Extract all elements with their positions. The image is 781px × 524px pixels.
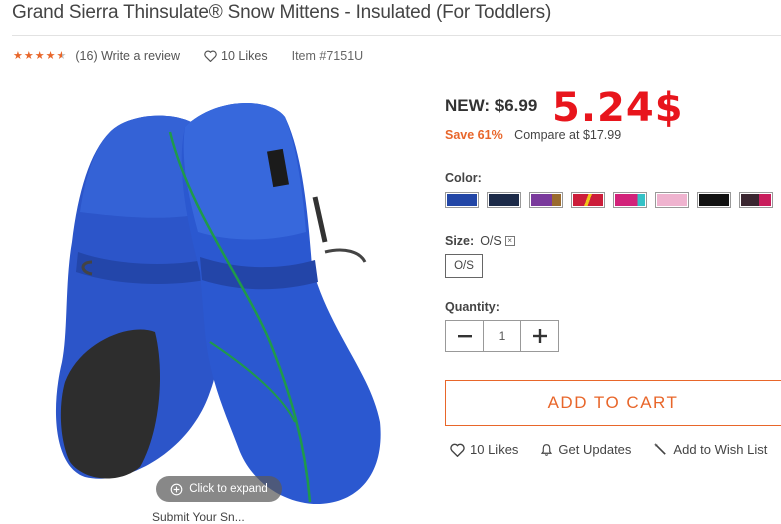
quantity-input[interactable]: 1 <box>483 321 521 351</box>
title-divider <box>12 35 781 36</box>
add-to-wishlist-button[interactable]: Add to Wish List <box>653 442 767 457</box>
half-star-icon: ★ <box>56 49 67 62</box>
get-updates-label: Get Updates <box>558 442 632 457</box>
heart-icon <box>204 50 217 62</box>
star-icon: ★ <box>13 49 23 62</box>
minus-icon <box>457 335 472 338</box>
color-swatch[interactable] <box>571 192 605 208</box>
increase-quantity-button[interactable] <box>521 321 558 351</box>
color-swatch[interactable] <box>613 192 647 208</box>
likes-button-top[interactable]: 10 Likes <box>204 49 268 63</box>
bell-icon <box>541 443 553 456</box>
new-price: NEW: $6.99 <box>445 96 538 115</box>
star-icon: ★ <box>45 49 56 62</box>
star-icon: ★ <box>34 49 45 62</box>
product-title: Grand Sierra Thinsulate® Snow Mittens - … <box>12 2 552 23</box>
add-to-cart-button[interactable]: ADD TO CART <box>445 380 781 426</box>
product-image[interactable] <box>40 92 400 512</box>
save-percent: Save 61% <box>445 128 503 142</box>
color-swatch[interactable] <box>697 192 731 208</box>
likes-button[interactable]: 10 Likes <box>450 442 518 457</box>
item-number: Item #7151U <box>291 49 364 63</box>
star-icon: ★ <box>23 49 34 62</box>
expand-icon <box>170 483 183 495</box>
quantity-stepper: 1 <box>445 320 559 352</box>
color-swatches <box>445 192 781 208</box>
clear-size-icon[interactable]: × <box>504 236 515 246</box>
size-option-button[interactable]: O/S <box>445 254 483 278</box>
color-swatch[interactable] <box>655 192 689 208</box>
color-swatch[interactable] <box>445 192 479 208</box>
color-swatch[interactable] <box>739 192 773 208</box>
rating-stars[interactable]: ★ ★ ★ ★ ★ <box>13 49 67 62</box>
likes-label: 10 Likes <box>470 442 519 457</box>
product-actions: 10 Likes Get Updates Add to Wish List <box>450 442 781 457</box>
submit-photo-link[interactable]: Submit Your Sn... <box>152 510 245 524</box>
savings-row: Save 61% Compare at $17.99 <box>445 128 621 142</box>
color-swatch[interactable] <box>529 192 563 208</box>
color-label: Color: <box>445 171 482 185</box>
size-row: Size: O/S × <box>445 234 515 248</box>
handwritten-price-overlay: 5.24$ <box>552 85 684 131</box>
wand-icon <box>654 442 667 455</box>
get-updates-button[interactable]: Get Updates <box>540 442 631 457</box>
quantity-label: Quantity: <box>445 300 500 314</box>
likes-count: 10 Likes <box>221 49 268 63</box>
click-to-expand-button[interactable]: Click to expand <box>156 476 282 502</box>
size-label: Size: <box>445 234 475 248</box>
color-swatch[interactable] <box>487 192 521 208</box>
heart-icon <box>450 443 465 457</box>
write-review-link[interactable]: (16) Write a review <box>75 49 180 63</box>
compare-price: Compare at $17.99 <box>514 128 622 142</box>
decrease-quantity-button[interactable] <box>446 321 483 351</box>
plus-icon <box>532 329 547 343</box>
add-to-wishlist-label: Add to Wish List <box>673 442 768 457</box>
meta-row: ★ ★ ★ ★ ★ (16) Write a review 10 Likes I… <box>13 47 363 65</box>
expand-label: Click to expand <box>189 483 268 495</box>
size-value: O/S <box>480 234 502 248</box>
